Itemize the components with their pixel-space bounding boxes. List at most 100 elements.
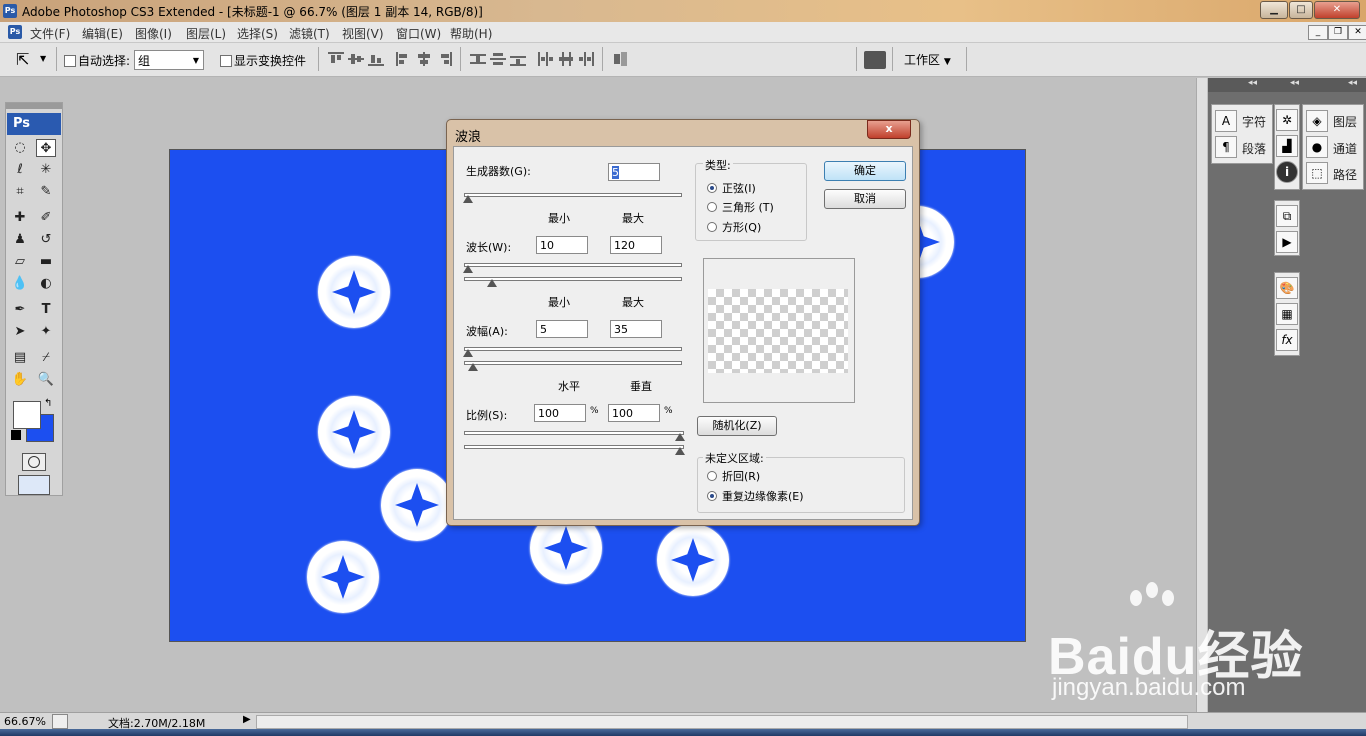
zoom-tool-icon[interactable]: 🔍 <box>36 371 56 389</box>
healing-brush-tool-icon[interactable]: ✚ <box>10 209 30 227</box>
chevron-down-icon[interactable]: ▼ <box>40 54 46 63</box>
bridge-icon[interactable] <box>864 51 886 69</box>
screen-mode-icon[interactable] <box>18 475 50 495</box>
styles-icon[interactable]: fx <box>1276 329 1298 351</box>
move-tool-preset-icon[interactable]: ⇱ <box>16 50 29 69</box>
collapse-icon[interactable]: ◂◂ <box>1348 78 1357 88</box>
toolbox-logo[interactable]: Ps <box>7 113 61 135</box>
generators-slider-thumb[interactable] <box>463 195 473 203</box>
paths-panel-icon[interactable]: ⬚ <box>1306 162 1328 184</box>
align-top-icon[interactable] <box>328 52 344 66</box>
amplitude-min-slider-track[interactable] <box>464 347 682 351</box>
dodge-tool-icon[interactable]: ◐ <box>36 275 56 293</box>
quick-mask-icon[interactable] <box>22 453 46 471</box>
histogram-icon[interactable]: ▟ <box>1276 135 1298 157</box>
brush-tool-icon[interactable]: ✐ <box>36 209 56 227</box>
paragraph-panel-label[interactable]: 段落 <box>1242 140 1266 157</box>
history-icon[interactable]: ⧉ <box>1276 205 1298 227</box>
marquee-tool-icon[interactable]: ◌ <box>10 139 30 157</box>
close-window-button[interactable]: ✕ <box>1314 1 1360 19</box>
menu-edit[interactable]: 编辑(E) <box>82 25 123 42</box>
distribute-bottom-icon[interactable] <box>510 52 526 66</box>
zoom-level[interactable]: 66.67% <box>4 715 46 728</box>
scale-horizontal-slider-thumb[interactable] <box>675 433 685 441</box>
align-hcenter-icon[interactable] <box>416 52 432 66</box>
type-triangle-label[interactable]: 三角形 (T) <box>722 199 774 215</box>
status-options-icon[interactable] <box>52 714 68 729</box>
default-colors-icon[interactable] <box>11 430 21 440</box>
app-icon[interactable]: Ps <box>3 4 17 18</box>
scale-horizontal-slider-track[interactable] <box>464 431 684 435</box>
auto-select-dropdown[interactable]: 组 ▼ <box>134 50 204 70</box>
type-square-radio[interactable] <box>707 222 717 232</box>
amplitude-min-slider-thumb[interactable] <box>463 349 473 357</box>
scale-vertical-input[interactable]: 100 <box>608 404 660 422</box>
wavelength-min-input[interactable]: 10 <box>536 236 588 254</box>
collapse-icon[interactable]: ◂◂ <box>1248 78 1257 88</box>
slice-tool-icon[interactable]: ✎ <box>36 183 56 201</box>
menu-select[interactable]: 选择(S) <box>237 25 278 42</box>
horizontal-scrollbar[interactable] <box>256 715 1188 729</box>
move-tool-icon[interactable]: ✥ <box>36 139 56 157</box>
pen-tool-icon[interactable]: ✒ <box>10 301 30 319</box>
amplitude-max-slider-track[interactable] <box>464 361 682 365</box>
foreground-color-swatch[interactable] <box>13 401 41 429</box>
maximize-button[interactable]: □ <box>1289 1 1313 19</box>
menu-help[interactable]: 帮助(H) <box>450 25 492 42</box>
swap-colors-icon[interactable]: ↰ <box>44 398 52 409</box>
type-sine-radio[interactable] <box>707 183 717 193</box>
menu-filter[interactable]: 滤镜(T) <box>289 25 330 42</box>
wavelength-min-slider-thumb[interactable] <box>463 265 473 273</box>
channels-panel-label[interactable]: 通道 <box>1333 140 1357 157</box>
type-triangle-radio[interactable] <box>707 202 717 212</box>
document-icon[interactable]: Ps <box>8 25 22 39</box>
generators-input[interactable]: 5 <box>608 163 660 181</box>
align-right-icon[interactable] <box>436 52 452 66</box>
ok-button[interactable]: 确定 <box>824 161 906 181</box>
minimize-button[interactable]: ▁ <box>1260 1 1288 19</box>
align-bottom-icon[interactable] <box>368 52 384 66</box>
amplitude-max-slider-thumb[interactable] <box>468 363 478 371</box>
scale-vertical-slider-track[interactable] <box>464 445 684 449</box>
paths-panel-label[interactable]: 路径 <box>1333 166 1357 183</box>
distribute-hcenter-icon[interactable] <box>558 52 574 66</box>
menu-view[interactable]: 视图(V) <box>342 25 384 42</box>
doc-restore-button[interactable]: ❐ <box>1328 25 1348 40</box>
doc-close-button[interactable]: ✕ <box>1348 25 1366 40</box>
eraser-tool-icon[interactable]: ▱ <box>10 253 30 271</box>
preview-pane[interactable] <box>703 258 855 403</box>
gradient-tool-icon[interactable]: ▬ <box>36 253 56 271</box>
collapse-icon[interactable]: ◂◂ <box>1290 78 1299 88</box>
wavelength-max-input[interactable]: 120 <box>610 236 662 254</box>
auto-select-checkbox[interactable] <box>64 55 76 67</box>
history-brush-tool-icon[interactable]: ↺ <box>36 231 56 249</box>
custom-shape-tool-icon[interactable]: ✦ <box>36 323 56 341</box>
actions-icon[interactable]: ▶ <box>1276 231 1298 253</box>
menu-file[interactable]: 文件(F) <box>30 25 70 42</box>
auto-align-layers-icon[interactable] <box>612 52 628 66</box>
crop-tool-icon[interactable]: ⌗ <box>10 183 30 201</box>
toolbox-grip[interactable] <box>6 103 62 109</box>
scale-vertical-slider-thumb[interactable] <box>675 447 685 455</box>
menu-window[interactable]: 窗口(W) <box>396 25 441 42</box>
dialog-close-button[interactable]: x <box>867 120 911 139</box>
channels-panel-icon[interactable]: ● <box>1306 136 1328 158</box>
wrap-around-label[interactable]: 折回(R) <box>722 468 760 484</box>
clone-stamp-tool-icon[interactable]: ♟ <box>10 231 30 249</box>
paragraph-panel-icon[interactable]: ¶ <box>1215 136 1237 158</box>
info-icon[interactable]: i <box>1276 161 1298 183</box>
navigator-icon[interactable]: ✲ <box>1276 109 1298 131</box>
layers-panel-label[interactable]: 图层 <box>1333 113 1357 130</box>
repeat-edge-pixels-radio[interactable] <box>707 491 717 501</box>
generators-slider-track[interactable] <box>464 193 682 197</box>
menu-layer[interactable]: 图层(L) <box>186 25 226 42</box>
distribute-right-icon[interactable] <box>578 52 594 66</box>
type-tool-icon[interactable]: T <box>36 301 56 319</box>
wavelength-min-slider-track[interactable] <box>464 263 682 267</box>
color-icon[interactable]: 🎨 <box>1276 277 1298 299</box>
layers-panel-icon[interactable]: ◈ <box>1306 110 1328 132</box>
status-menu-arrow-icon[interactable]: ▶ <box>243 714 251 725</box>
randomize-button[interactable]: 随机化(Z) <box>697 416 777 436</box>
character-panel-label[interactable]: 字符 <box>1242 113 1266 130</box>
magic-wand-tool-icon[interactable]: ✳ <box>36 161 56 179</box>
